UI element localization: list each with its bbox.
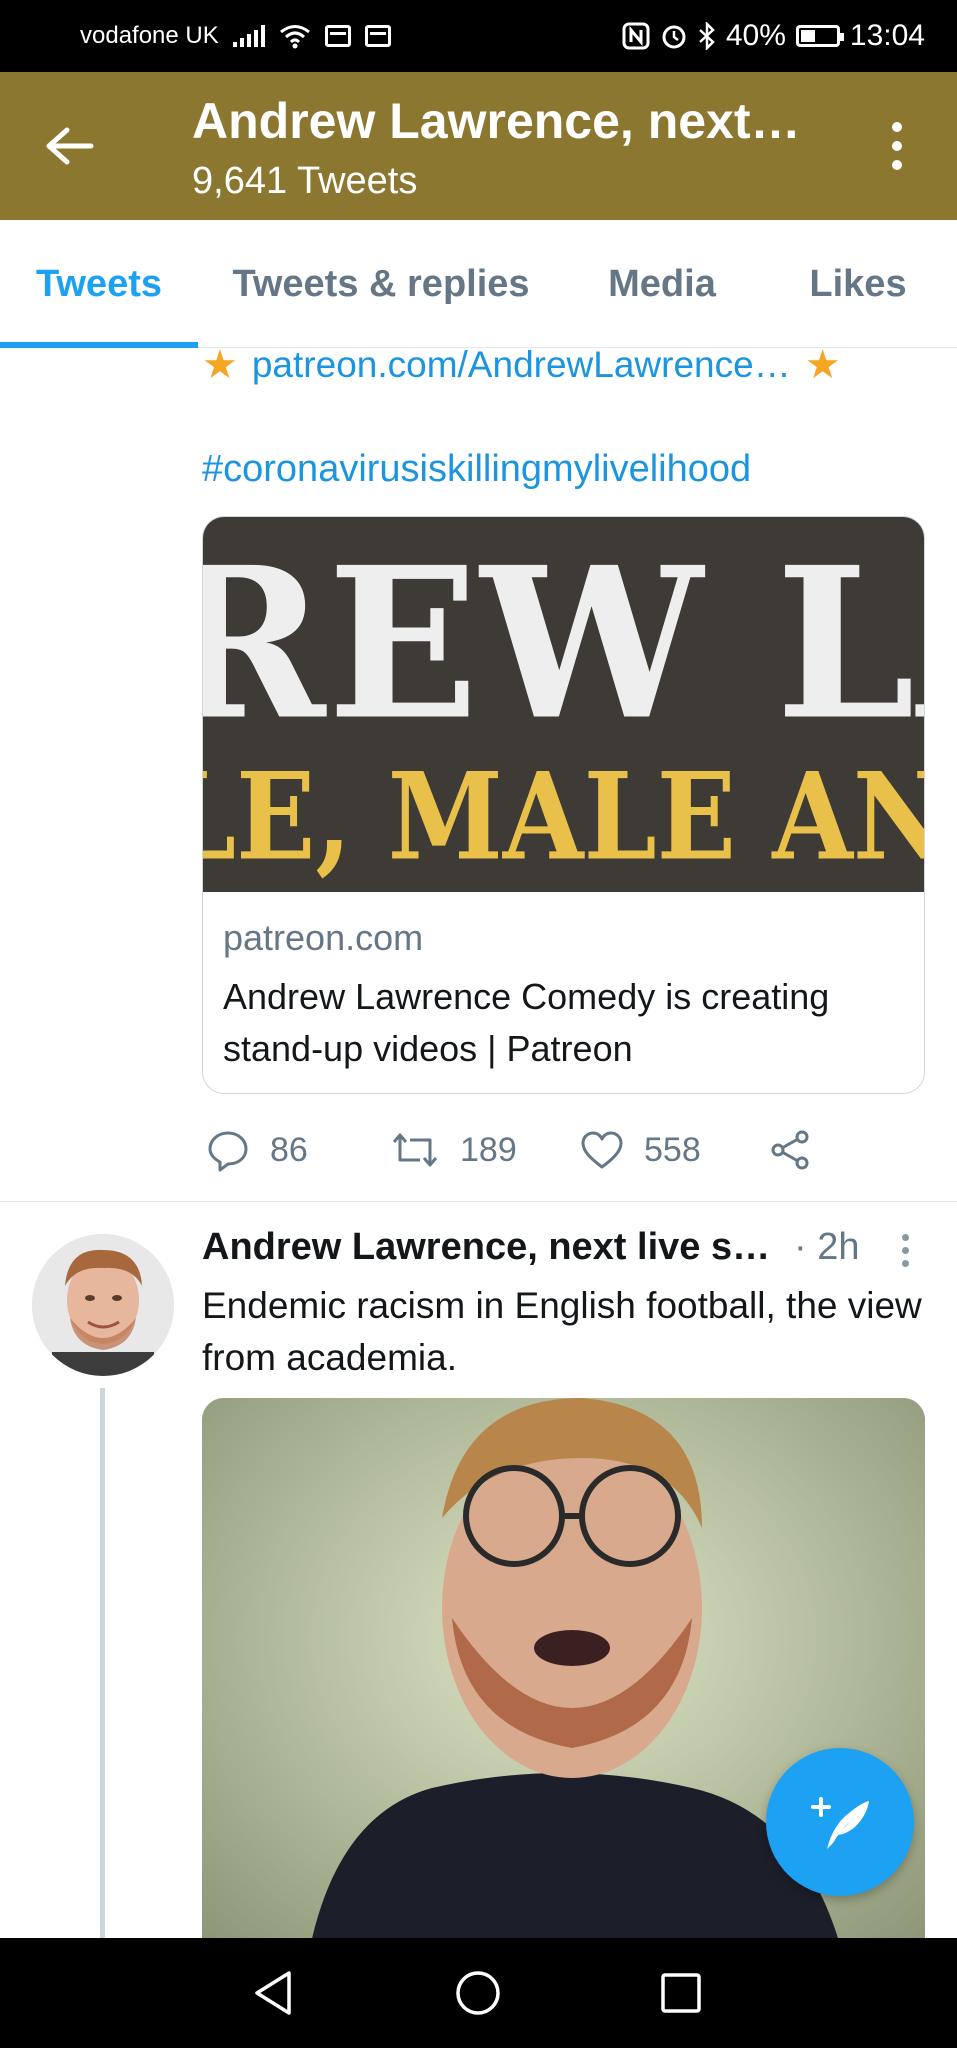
circle-home-icon bbox=[456, 1971, 500, 2015]
tweet-author-name[interactable]: Andrew Lawrence, next live s… bbox=[202, 1226, 770, 1269]
wifi-icon bbox=[279, 25, 310, 49]
card-image-text: REW LAWRE bbox=[203, 521, 924, 766]
signal-icon bbox=[232, 25, 265, 47]
battery-icon bbox=[795, 25, 844, 47]
alarm-icon bbox=[662, 25, 686, 49]
card-image-subtext: LE, MALE AND STAL bbox=[203, 745, 924, 888]
reply-button[interactable]: 86 bbox=[206, 1122, 308, 1178]
tab-media[interactable]: Media bbox=[588, 220, 736, 348]
link-preview-card[interactable]: REW LAWRE LE, MALE AND STAL patreon.com … bbox=[202, 516, 925, 1094]
status-bar: vodafone UK 40% 13:04 bbox=[0, 0, 957, 72]
compose-tweet-button[interactable] bbox=[766, 1748, 914, 1896]
hashtag-link[interactable]: #coronavirusiskillingmylivelihood bbox=[202, 448, 751, 491]
compose-feather-icon bbox=[811, 1797, 869, 1849]
sim-icon bbox=[364, 25, 391, 47]
profile-title: Andrew Lawrence, next… bbox=[192, 93, 801, 149]
more-options-button[interactable] bbox=[877, 116, 917, 176]
like-button[interactable]: 558 bbox=[580, 1122, 701, 1178]
retweet-button[interactable]: 189 bbox=[390, 1122, 517, 1178]
nav-recents-button[interactable] bbox=[646, 1958, 716, 2028]
tab-tweets-replies[interactable]: Tweets & replies bbox=[216, 220, 546, 348]
card-domain: patreon.com bbox=[223, 917, 424, 958]
tweet-text: Endemic racism in English football, the … bbox=[202, 1285, 922, 1378]
patreon-link[interactable]: patreon.com/AndrewLawrence… bbox=[252, 344, 791, 386]
nav-home-button[interactable] bbox=[443, 1958, 513, 2028]
heart-icon bbox=[581, 1131, 623, 1169]
profile-tabs: Tweets Tweets & replies Media Likes bbox=[0, 220, 957, 348]
clock: 13:04 bbox=[849, 19, 925, 52]
profile-header: Andrew Lawrence, next… 9,641 Tweets bbox=[0, 72, 957, 220]
like-count: 558 bbox=[644, 1130, 701, 1169]
tweet-divider bbox=[0, 1201, 957, 1202]
square-recents-icon bbox=[661, 1973, 701, 2013]
tweet-video-thumbnail[interactable] bbox=[202, 1398, 925, 1998]
carrier-label: vodafone UK bbox=[80, 22, 219, 49]
nfc-icon bbox=[622, 22, 650, 50]
reply-icon bbox=[208, 1131, 248, 1172]
card-image: REW LAWRE LE, MALE AND STAL bbox=[203, 517, 924, 892]
sim-icon bbox=[324, 25, 351, 47]
tab-tweets[interactable]: Tweets bbox=[0, 220, 198, 348]
battery-percent: 40% bbox=[725, 19, 786, 52]
back-arrow-icon bbox=[46, 127, 94, 165]
star-icon: ★ bbox=[804, 343, 841, 387]
triangle-back-icon bbox=[255, 1971, 291, 2015]
tweet-timestamp: · 2h bbox=[794, 1226, 860, 1268]
system-nav-bar bbox=[0, 1938, 957, 2048]
tweet-actions: 86 189 558 bbox=[202, 1122, 842, 1178]
tweet-link-line: ★ patreon.com/AndrewLawrence… ★ bbox=[202, 342, 841, 388]
avatar[interactable] bbox=[32, 1234, 174, 1376]
reply-count: 86 bbox=[270, 1130, 308, 1169]
nav-back-button[interactable] bbox=[238, 1958, 308, 2028]
tweet-count: 9,641 Tweets bbox=[192, 160, 418, 202]
share-icon bbox=[771, 1130, 809, 1170]
star-icon: ★ bbox=[202, 343, 238, 387]
bluetooth-icon bbox=[699, 22, 715, 50]
share-button[interactable] bbox=[768, 1122, 812, 1178]
retweet-icon bbox=[392, 1133, 438, 1167]
retweet-count: 189 bbox=[460, 1130, 517, 1169]
back-button[interactable] bbox=[40, 116, 100, 176]
tab-likes[interactable]: Likes bbox=[780, 220, 936, 348]
tweet-more-button[interactable] bbox=[895, 1234, 915, 1274]
card-title: Andrew Lawrence Comedy is creating stand… bbox=[223, 976, 830, 1069]
